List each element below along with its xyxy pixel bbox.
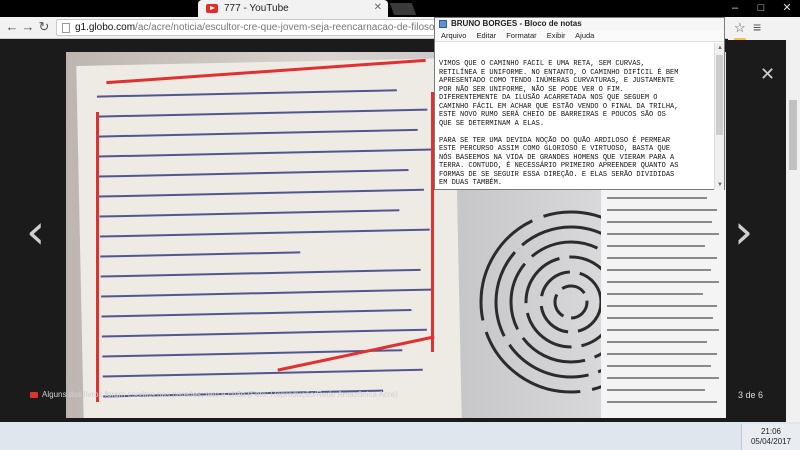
reload-icon[interactable]: ↻ bbox=[36, 19, 52, 35]
notepad-window[interactable]: BRUNO BORGES - Bloco de notas Arquivo Ed… bbox=[434, 17, 725, 190]
handwritten-page bbox=[76, 58, 462, 418]
window-controls: – □ ✕ bbox=[722, 0, 800, 17]
maximize-icon[interactable]: □ bbox=[748, 0, 774, 17]
new-tab-button[interactable] bbox=[389, 3, 417, 15]
menu-exibir[interactable]: Exibir bbox=[547, 31, 566, 40]
browser-tab[interactable]: 777 - YouTube ✕ bbox=[198, 0, 388, 17]
page-scroll-thumb[interactable] bbox=[789, 100, 797, 170]
back-arrow-icon[interactable]: ← bbox=[4, 19, 20, 35]
menu-arquivo[interactable]: Arquivo bbox=[441, 31, 466, 40]
menu-ajuda[interactable]: Ajuda bbox=[575, 31, 594, 40]
url-path: /ac/acre/noticia/escultor-cre-que-jovem-… bbox=[135, 22, 436, 33]
menu-formatar[interactable]: Formatar bbox=[506, 31, 536, 40]
url-host: g1.globo.com bbox=[75, 22, 136, 33]
menu-editar[interactable]: Editar bbox=[477, 31, 497, 40]
tab-strip: 777 - YouTube ✕ – □ ✕ bbox=[0, 0, 800, 17]
notepad-scrollbar[interactable]: ▲ ▼ bbox=[714, 43, 724, 190]
youtube-icon bbox=[206, 4, 218, 13]
system-clock[interactable]: 21:06 05/04/2017 bbox=[741, 424, 800, 450]
wall-writing bbox=[601, 187, 726, 418]
clock-time: 21:06 bbox=[760, 427, 782, 436]
tab-close-icon[interactable]: ✕ bbox=[374, 2, 382, 13]
tab-title: 777 - YouTube bbox=[224, 3, 289, 14]
screen: { "browser": { "tab_title": "777 - YouTu… bbox=[0, 0, 800, 450]
chevron-right-icon[interactable]: › bbox=[734, 208, 753, 256]
clock-date: 05/04/2017 bbox=[750, 437, 792, 446]
scroll-thumb[interactable] bbox=[716, 55, 723, 135]
notepad-menubar: Arquivo Editar Formatar Exibir Ajuda bbox=[435, 30, 724, 42]
chevron-left-icon[interactable]: ‹ bbox=[26, 208, 45, 256]
taskbar bbox=[0, 422, 800, 450]
notepad-icon bbox=[439, 20, 447, 28]
star-icon[interactable]: ☆ bbox=[734, 20, 746, 36]
page-scrollbar[interactable] bbox=[786, 40, 800, 422]
forward-arrow-icon[interactable]: → bbox=[20, 19, 36, 35]
minimize-icon[interactable]: – bbox=[722, 0, 748, 17]
photo-caption: Alguns dos livros foram escritos nas par… bbox=[30, 390, 398, 399]
page-icon bbox=[62, 23, 70, 33]
notepad-title: BRUNO BORGES - Bloco de notas bbox=[451, 19, 582, 28]
notepad-text-area[interactable]: VIMOS QUE O CAMINHO FÁCIL É UMA RETA, SE… bbox=[439, 60, 711, 186]
close-icon[interactable]: ✕ bbox=[760, 64, 775, 85]
red-annotation bbox=[96, 112, 99, 402]
window-close-icon[interactable]: ✕ bbox=[774, 0, 800, 17]
scroll-down-icon[interactable]: ▼ bbox=[717, 182, 723, 188]
menu-icon[interactable]: ≡ bbox=[753, 19, 761, 35]
address-bar[interactable]: g1.globo.com/ac/acre/noticia/escultor-cr… bbox=[56, 19, 436, 36]
notepad-titlebar[interactable]: BRUNO BORGES - Bloco de notas bbox=[435, 18, 724, 30]
caption-text: Alguns dos livros foram escritos nas par… bbox=[42, 390, 398, 399]
photo-counter: 3 de 6 bbox=[738, 390, 764, 400]
scroll-up-icon[interactable]: ▲ bbox=[717, 45, 723, 51]
camera-icon bbox=[30, 392, 38, 398]
